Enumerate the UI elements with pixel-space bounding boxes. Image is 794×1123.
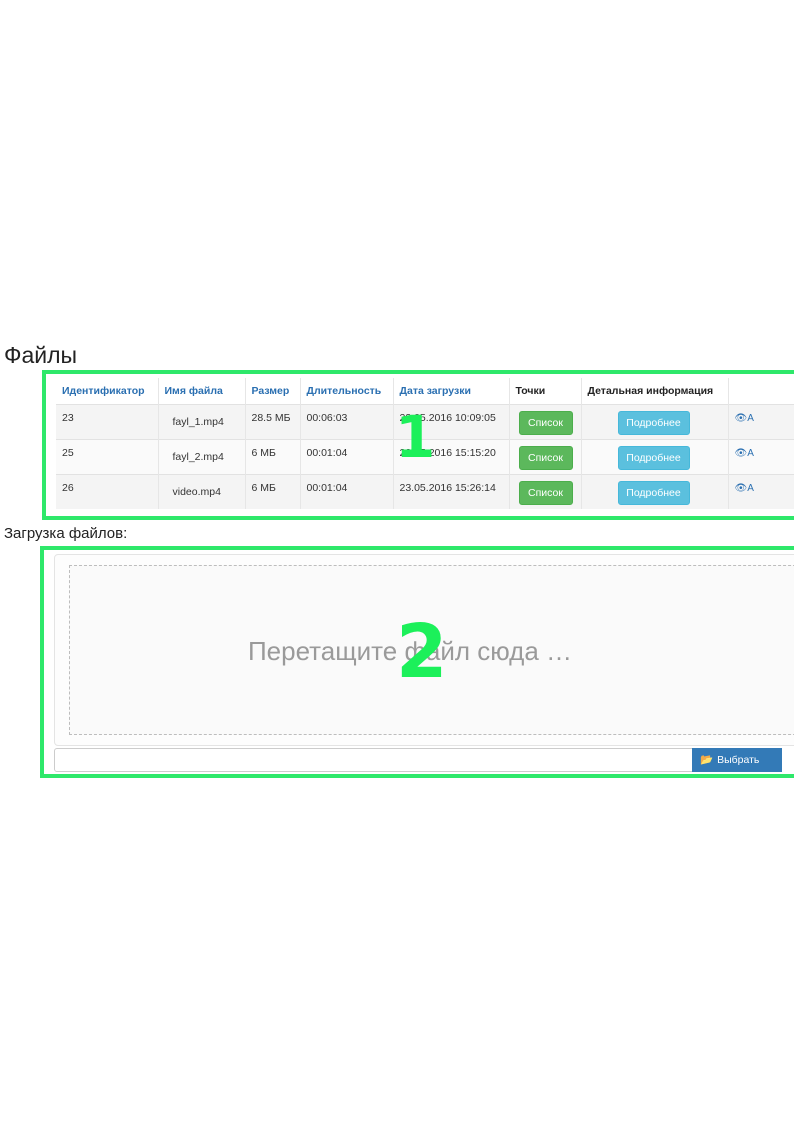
view-link[interactable]: 👁А (735, 483, 754, 494)
cell-upload-date: 23.05.2016 10:09:05 (392, 403, 509, 439)
dropzone-container: Перетащите файл сюда … (54, 554, 794, 746)
files-table: Идентификатор Имя файла Размер Длительно… (56, 378, 794, 509)
cell-duration: 00:01:04 (299, 473, 393, 509)
browse-button[interactable]: 📂 Выбрать (692, 748, 782, 772)
cell-actions: 👁А (727, 403, 794, 439)
folder-open-icon: 📂 (700, 754, 714, 766)
cell-id: 23 (56, 403, 158, 439)
column-header-details: Детальная информация (580, 378, 728, 404)
cell-details: Подробнее (580, 473, 728, 509)
files-table-highlight: Идентификатор Имя файла Размер Длительно… (42, 370, 794, 520)
cell-size: 6 МБ (244, 473, 300, 509)
column-header-filename[interactable]: Имя файла (157, 378, 245, 404)
cell-size: 6 МБ (244, 438, 300, 474)
cell-details: Подробнее (580, 438, 728, 474)
cell-points: Список (508, 473, 581, 509)
table-row: 23 fayl_1.mp4 28.5 МБ 00:06:03 23.05.201… (56, 403, 794, 439)
cell-actions: 👁А (727, 438, 794, 474)
browse-button-label: Выбрать (717, 754, 760, 766)
view-link[interactable]: 👁А (735, 448, 754, 459)
column-header-upload-date[interactable]: Дата загрузки (392, 378, 509, 404)
cell-points: Список (508, 403, 581, 439)
points-list-button[interactable]: Список (518, 480, 573, 505)
upload-section-label: Загрузка файлов: (4, 525, 128, 542)
table-row: 26 video.mp4 6 МБ 00:01:04 23.05.2016 15… (56, 473, 794, 509)
page-title: Файлы (4, 342, 78, 368)
column-header-duration[interactable]: Длительность (299, 378, 393, 404)
cell-filename: video.mp4 (157, 473, 245, 509)
cell-details: Подробнее (580, 403, 728, 439)
cell-actions: 👁А (727, 473, 794, 509)
dropzone[interactable]: Перетащите файл сюда … (69, 565, 794, 735)
cell-size: 28.5 МБ (244, 403, 300, 439)
column-header-actions (727, 378, 794, 404)
dropzone-text: Перетащите файл сюда … (247, 636, 573, 666)
upload-highlight: Перетащите файл сюда … 📂 Выбрать (40, 546, 794, 778)
column-header-size[interactable]: Размер (244, 378, 300, 404)
column-header-id[interactable]: Идентификатор (56, 378, 158, 404)
cell-filename: fayl_2.mp4 (157, 438, 245, 474)
cell-points: Список (508, 438, 581, 474)
table-header-row: Идентификатор Имя файла Размер Длительно… (56, 378, 794, 404)
cell-upload-date: 23.05.2016 15:15:20 (392, 438, 509, 474)
file-caption-input[interactable] (54, 748, 696, 772)
view-link[interactable]: 👁А (735, 413, 754, 424)
details-button[interactable]: Подробнее (617, 480, 690, 505)
eye-icon: 👁 (734, 482, 748, 494)
eye-icon: 👁 (734, 412, 748, 424)
cell-duration: 00:06:03 (299, 403, 393, 439)
points-list-button[interactable]: Список (518, 445, 573, 470)
cell-id: 26 (56, 473, 158, 509)
details-button[interactable]: Подробнее (617, 445, 690, 470)
table-row: 25 fayl_2.mp4 6 МБ 00:01:04 23.05.2016 1… (56, 438, 794, 474)
cell-filename: fayl_1.mp4 (157, 403, 245, 439)
cell-upload-date: 23.05.2016 15:26:14 (392, 473, 509, 509)
cell-id: 25 (56, 438, 158, 474)
cell-duration: 00:01:04 (299, 438, 393, 474)
details-button[interactable]: Подробнее (617, 410, 690, 435)
column-header-points: Точки (508, 378, 581, 404)
eye-icon: 👁 (734, 447, 748, 459)
points-list-button[interactable]: Список (518, 410, 573, 435)
